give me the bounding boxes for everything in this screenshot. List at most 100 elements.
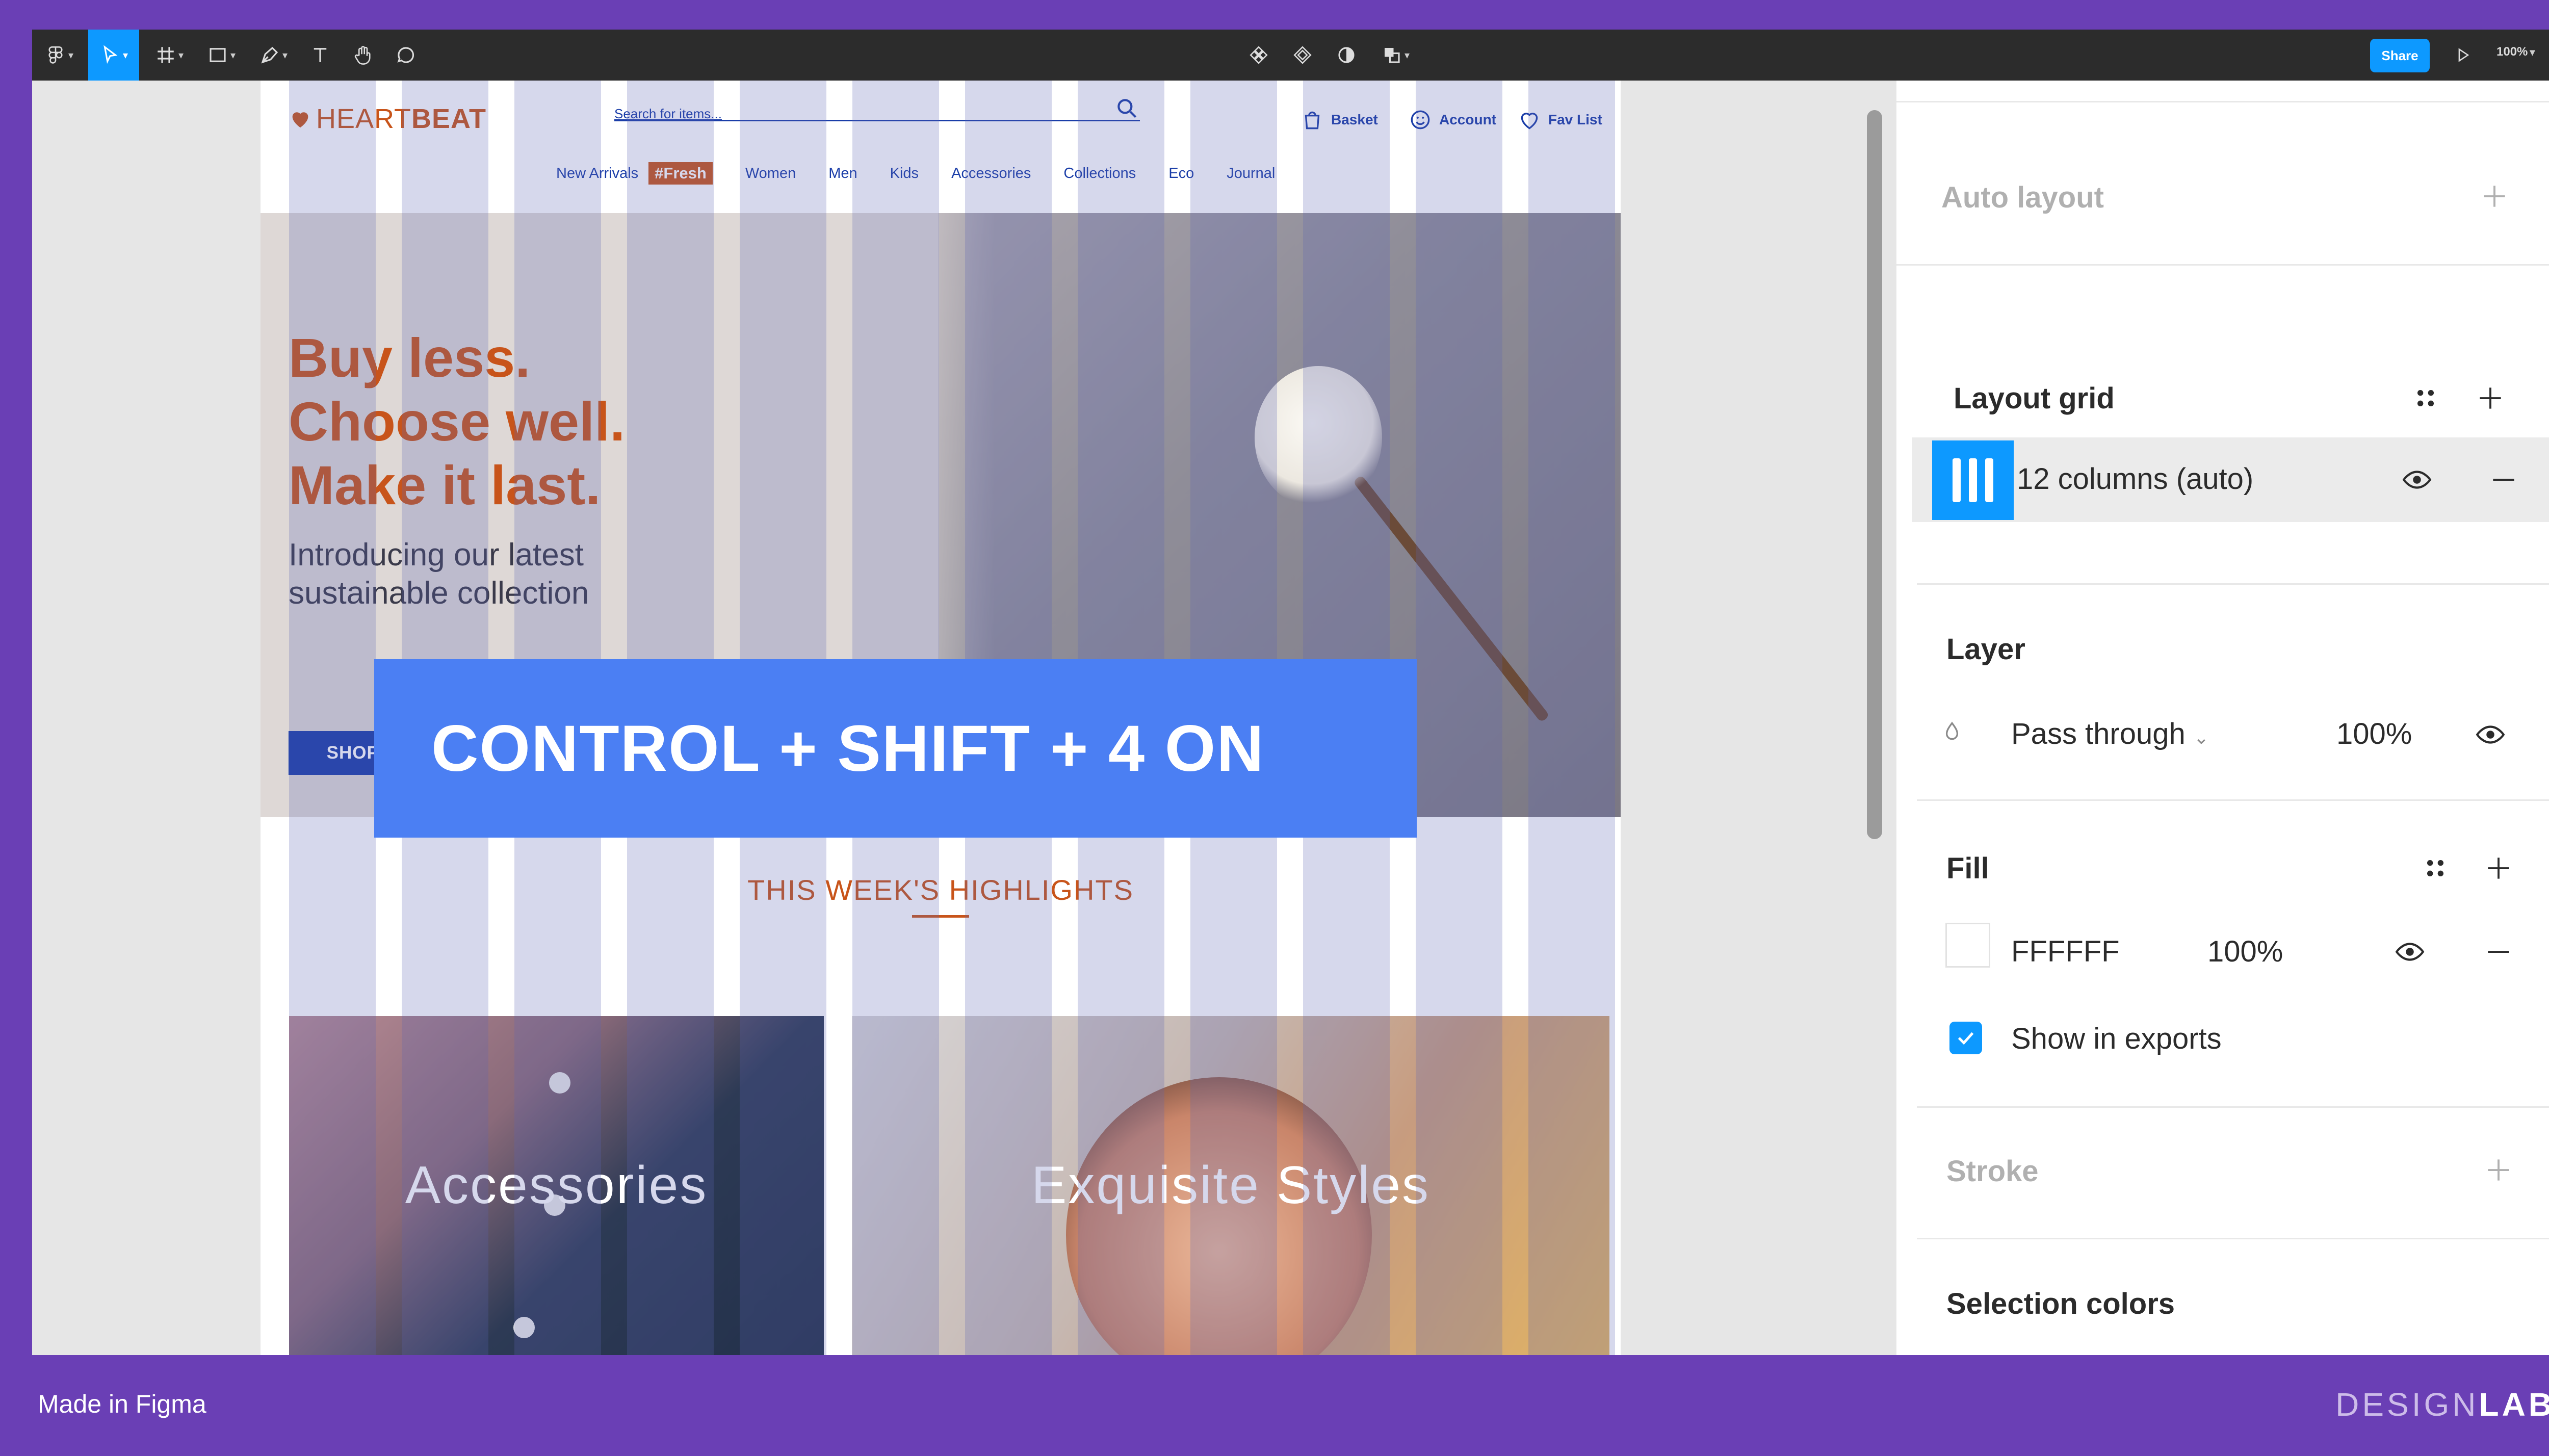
nav-accessories[interactable]: Accessories (951, 165, 1031, 182)
present-button[interactable] (2449, 41, 2477, 69)
toolbar: ▾ ▾ ▾ ▾ ▾ ▾ Share 100% ▾ (32, 30, 2549, 81)
nav-new-arrivals[interactable]: New Arrivals (556, 165, 638, 182)
comment-icon (397, 47, 414, 63)
columns-grid-icon[interactable] (1932, 440, 2014, 520)
layout-grid-row[interactable]: 12 columns (auto) (1912, 437, 2549, 522)
nav-women[interactable]: Women (745, 165, 796, 182)
canvas[interactable]: HEART BEAT Search for items... Basket Acc… (32, 81, 1896, 1355)
drop-icon (1945, 721, 1959, 740)
eye-icon (2395, 943, 2425, 961)
designlab-logo: DESIGNLAB (2335, 1386, 2549, 1423)
show-in-exports-checkbox[interactable] (1949, 1022, 1982, 1054)
heart-icon (1521, 113, 1538, 129)
nav-eco[interactable]: Eco (1168, 165, 1194, 182)
add-layout-grid-button[interactable] (2467, 375, 2513, 421)
made-in-figma-text: Made in Figma (38, 1390, 206, 1418)
heartbeat-logo[interactable]: HEART BEAT (289, 103, 486, 135)
toggle-fill-visibility-button[interactable] (2387, 929, 2433, 975)
layer-opacity-field[interactable]: 100% (2336, 717, 2412, 751)
cotton-boll (1255, 366, 1382, 509)
add-fill-button[interactable] (2476, 845, 2521, 891)
move-tool-button[interactable]: ▾ (88, 30, 139, 81)
text-tool-button[interactable] (302, 30, 338, 81)
favlist-link[interactable]: Fav List (1517, 107, 1602, 133)
toggle-grid-visibility-button[interactable] (2394, 457, 2440, 503)
frame-icon (158, 47, 174, 63)
nav-collections[interactable]: Collections (1063, 165, 1136, 182)
blend-mode-icon-wrap (1929, 709, 1975, 755)
layout-grid-label[interactable]: 12 columns (auto) (2017, 462, 2253, 496)
search-field[interactable]: Search for items... (614, 96, 1140, 121)
remove-fill-button[interactable] (2476, 929, 2521, 975)
eye-icon (2476, 725, 2505, 744)
hand-icon (354, 46, 371, 65)
pen-icon (261, 46, 278, 64)
nav-men[interactable]: Men (828, 165, 857, 182)
nav-kids[interactable]: Kids (890, 165, 919, 182)
nav-fresh-badge[interactable]: #Fresh (648, 162, 713, 185)
checkmark-icon (1958, 1032, 1974, 1045)
diamond-icon (1293, 46, 1312, 64)
button-bead (549, 1072, 570, 1094)
fill-styles-button[interactable] (2412, 845, 2458, 891)
shape-tool-button[interactable]: ▾ (198, 30, 244, 81)
boolean-button[interactable]: ▾ (1370, 30, 1421, 81)
contrast-button[interactable] (1326, 30, 1367, 81)
plus-icon (2484, 186, 2505, 207)
styles-icon (2417, 389, 2434, 407)
instance-button[interactable] (1282, 30, 1323, 81)
hand-tool-button[interactable] (343, 30, 384, 81)
minus-icon (2488, 951, 2509, 953)
divider (1917, 799, 2549, 801)
basket-link[interactable]: Basket (1299, 107, 1378, 133)
text-icon (314, 48, 327, 62)
layer-title: Layer (1946, 633, 2025, 666)
add-auto-layout-button[interactable] (2472, 173, 2517, 219)
account-link[interactable]: Account (1408, 107, 1496, 133)
blend-mode-dropdown[interactable]: Pass through ⌄ (2011, 717, 2209, 751)
share-button[interactable]: Share (2370, 39, 2430, 72)
fill-opacity-field[interactable]: 100% (2207, 934, 2283, 969)
zoom-dropdown[interactable]: 100% ▾ (2496, 45, 2535, 59)
fill-title: Fill (1946, 852, 1989, 885)
remove-grid-button[interactable] (2481, 457, 2527, 503)
canvas-scrollbar[interactable] (1867, 110, 1882, 839)
comment-tool-button[interactable] (388, 30, 424, 81)
fill-hex-field[interactable]: FFFFFF (2011, 934, 2120, 969)
zoom-label: 100% (2496, 45, 2528, 59)
nav-journal[interactable]: Journal (1227, 165, 1275, 182)
highlights-heading: THIS WEEK'S HIGHLIGHTS (747, 874, 1134, 906)
toggle-layer-visibility-button[interactable] (2467, 712, 2513, 758)
cursor-icon (103, 45, 118, 64)
category-card-exquisite-styles[interactable]: Exquisite Styles (852, 1016, 1609, 1355)
hero-headline-2: Choose well. (289, 391, 626, 452)
add-stroke-button[interactable] (2476, 1147, 2521, 1193)
divider (1896, 101, 2549, 102)
pen-tool-button[interactable]: ▾ (250, 30, 296, 81)
main-nav: New Arrivals #Fresh Women Men Kids Acces… (556, 162, 1275, 185)
hero-headline-1: Buy less. (289, 327, 531, 388)
smiley-icon (1411, 110, 1430, 129)
basket-icon (1305, 111, 1320, 129)
divider (1917, 583, 2549, 585)
account-label: Account (1439, 112, 1496, 127)
show-in-exports-label[interactable]: Show in exports (2011, 1022, 2222, 1056)
search-icon[interactable] (1114, 96, 1140, 121)
figma-window: ▾ ▾ ▾ ▾ ▾ ▾ Share 100% ▾ HEART BEAT Sear… (32, 30, 2549, 1355)
frame-tool-button[interactable]: ▾ (146, 30, 192, 81)
fill-color-swatch[interactable] (1945, 923, 1990, 968)
layout-grid-title: Layout grid (1954, 382, 2115, 415)
hero-subtitle-2: sustainable collection (289, 576, 589, 611)
hero-headline-3: Make it last. (289, 454, 601, 516)
website-frame[interactable]: HEART BEAT Search for items... Basket Acc… (261, 81, 1621, 1355)
grid-styles-button[interactable] (2403, 375, 2449, 421)
heart-logo-icon (292, 112, 308, 128)
brand-light-text: DESIGN (2335, 1386, 2479, 1423)
logo-light-text: HEART (316, 103, 412, 134)
main-menu-button[interactable]: ▾ (41, 30, 77, 81)
highlights-underline (912, 915, 969, 918)
divider (1917, 1106, 2549, 1108)
category-card-accessories[interactable]: Accessories (289, 1016, 824, 1355)
selection-colors-title: Selection colors (1946, 1287, 2175, 1320)
component-button[interactable] (1238, 30, 1279, 81)
